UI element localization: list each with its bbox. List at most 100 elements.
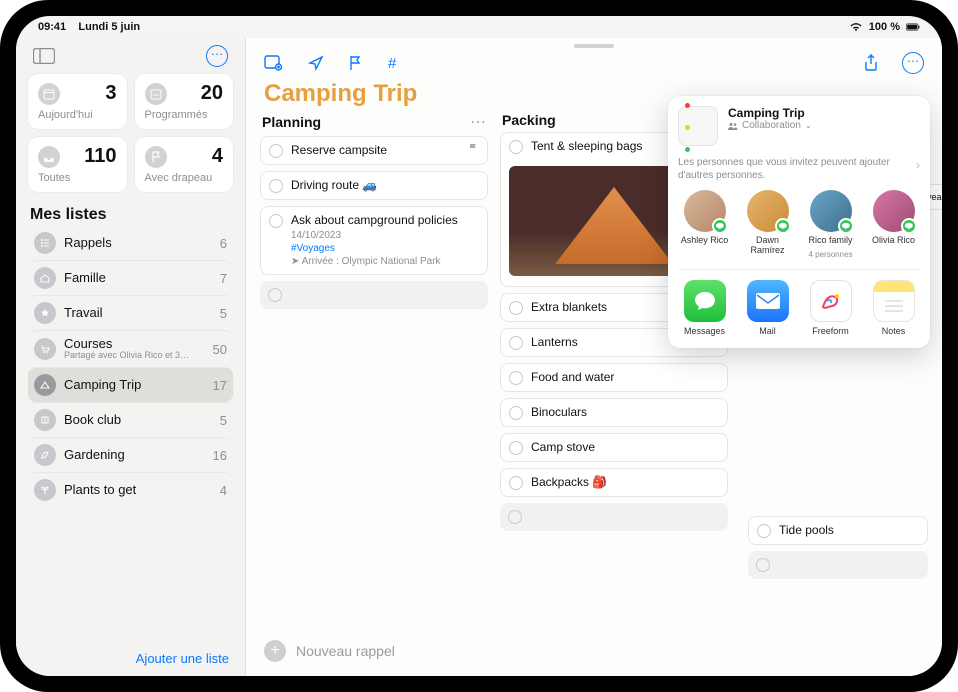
task-checkbox[interactable]: [509, 371, 523, 385]
sidebar-list-camping-trip[interactable]: Camping Trip 17: [28, 367, 233, 402]
share-title: Camping Trip: [728, 106, 812, 120]
task-item[interactable]: Camp stove: [500, 433, 728, 462]
new-reminder-label: Nouveau rappel: [296, 643, 395, 659]
task-item[interactable]: Backpacks 🎒: [500, 468, 728, 497]
sidebar-list-famille[interactable]: Famille 7: [28, 260, 233, 295]
list-name: Travail: [64, 306, 212, 320]
share-contact[interactable]: Olivia Rico: [867, 190, 920, 259]
status-bar: 09:41 Lundi 5 juin 100 %: [16, 16, 942, 38]
summary-card-scheduled[interactable]: 20 Programmés: [135, 74, 234, 129]
share-contact[interactable]: Dawn Ramírez: [741, 190, 794, 259]
empty-task-slot[interactable]: [748, 551, 928, 579]
battery-text: 100 %: [869, 21, 900, 33]
task-item[interactable]: Tide pools: [748, 516, 928, 545]
more-options-button[interactable]: [203, 44, 231, 68]
contact-name: Ashley Rico: [681, 236, 729, 246]
toggle-sidebar-icon[interactable]: [30, 44, 58, 68]
avatar: [747, 190, 789, 232]
list-name: Gardening: [64, 448, 205, 462]
task-checkbox[interactable]: [269, 144, 283, 158]
task-checkbox[interactable]: [508, 510, 522, 524]
list-count: 7: [220, 271, 227, 286]
svg-text:#: #: [388, 55, 397, 71]
task-checkbox[interactable]: [757, 524, 771, 538]
add-list-button[interactable]: Ajouter une liste: [28, 643, 233, 676]
status-left: 09:41 Lundi 5 juin: [38, 21, 140, 33]
task-text: Reserve campsite: [291, 143, 459, 158]
list-sub: Partagé avec Olivia Rico et 3…: [64, 351, 205, 361]
share-app-freeform[interactable]: Freeform: [804, 280, 857, 336]
sidebar-list-book-club[interactable]: Book club 5: [28, 402, 233, 437]
avatar-group: [810, 190, 852, 232]
chevron-right-icon: ›: [916, 158, 920, 174]
more-icon[interactable]: [902, 52, 924, 74]
list-name: Camping Trip: [64, 378, 205, 392]
list-name: Courses Partagé avec Olivia Rico et 3…: [64, 337, 205, 361]
contact-name: Rico family: [808, 236, 852, 246]
calendar-today-icon: [38, 83, 60, 105]
share-contact[interactable]: Ashley Rico: [678, 190, 731, 259]
summary-label: Avec drapeau: [145, 172, 224, 184]
task-item[interactable]: Food and water: [500, 363, 728, 392]
app-name: Messages: [684, 326, 725, 336]
task-checkbox[interactable]: [269, 179, 283, 193]
task-item[interactable]: Ask about campground policies 14/10/2023…: [260, 206, 488, 275]
plus-icon: +: [264, 640, 286, 662]
sidebar-list-rappels[interactable]: Rappels 6: [28, 226, 233, 260]
sidebar-list-courses[interactable]: Courses Partagé avec Olivia Rico et 3… 5…: [28, 330, 233, 367]
house-icon: [34, 267, 56, 289]
summary-card-all[interactable]: 110 Toutes: [28, 137, 127, 192]
app-name: Mail: [759, 326, 776, 336]
task-item[interactable]: Binoculars: [500, 398, 728, 427]
task-checkbox[interactable]: [509, 140, 523, 154]
summary-card-today[interactable]: 3 Aujourd'hui: [28, 74, 127, 129]
list-bullet-icon: [34, 232, 56, 254]
task-item[interactable]: Driving route 🚙: [260, 171, 488, 200]
task-checkbox[interactable]: [509, 441, 523, 455]
calendar-details-icon[interactable]: [264, 55, 284, 71]
task-tag[interactable]: #Voyages: [291, 243, 335, 254]
share-app-notes[interactable]: Notes: [867, 280, 920, 336]
sidebar: 3 Aujourd'hui 20 Programmés: [16, 38, 246, 676]
share-apps-row: Messages Mail Freeform Notes: [678, 269, 920, 336]
share-contact[interactable]: Rico family 4 personnes: [804, 190, 857, 259]
flag-icon: [145, 146, 167, 168]
sidebar-list-gardening[interactable]: Gardening 16: [28, 437, 233, 472]
task-checkbox[interactable]: [268, 288, 282, 302]
sidebar-list-travail[interactable]: Travail 5: [28, 295, 233, 330]
task-checkbox[interactable]: [269, 214, 283, 228]
column-menu-button[interactable]: ⋯: [470, 112, 486, 132]
location-icon[interactable]: [308, 55, 324, 71]
share-contacts-row: Ashley Rico Dawn Ramírez Rico family 4 p…: [678, 190, 920, 259]
contact-sub: 4 personnes: [808, 250, 852, 259]
tag-icon[interactable]: #: [386, 55, 402, 71]
task-checkbox[interactable]: [756, 558, 770, 572]
new-reminder-button[interactable]: + Nouveau rappel: [246, 630, 942, 676]
sidebar-list-plants[interactable]: Plants to get 4: [28, 472, 233, 507]
main-toolbar: #: [246, 48, 942, 78]
empty-task-slot[interactable]: [500, 503, 728, 531]
share-sheet: Camping Trip Collaboration ⌄ Les personn…: [668, 96, 930, 348]
messages-badge-icon: [775, 218, 791, 234]
task-item[interactable]: Reserve campsite: [260, 136, 488, 165]
list-count: 6: [220, 236, 227, 251]
list-count: 50: [213, 342, 227, 357]
share-collaboration-button[interactable]: Collaboration ⌄: [728, 120, 812, 131]
flag-icon[interactable]: [348, 55, 362, 71]
task-checkbox[interactable]: [509, 476, 523, 490]
task-checkbox[interactable]: [509, 336, 523, 350]
calendar-icon: [145, 83, 167, 105]
share-permissions-note[interactable]: Les personnes que vous invitez peuvent a…: [678, 152, 920, 190]
share-app-mail[interactable]: Mail: [741, 280, 794, 336]
task-checkbox[interactable]: [509, 406, 523, 420]
messages-app-icon: [684, 280, 726, 322]
empty-task-slot[interactable]: [260, 281, 488, 309]
messages-badge-icon: [712, 218, 728, 234]
summary-card-flagged[interactable]: 4 Avec drapeau: [135, 137, 234, 192]
share-icon[interactable]: [864, 54, 878, 72]
list-count: 4: [220, 483, 227, 498]
task-checkbox[interactable]: [509, 301, 523, 315]
ipad-device-frame: 09:41 Lundi 5 juin 100 %: [0, 0, 958, 692]
share-app-messages[interactable]: Messages: [678, 280, 731, 336]
column-title: Planning: [262, 114, 321, 130]
